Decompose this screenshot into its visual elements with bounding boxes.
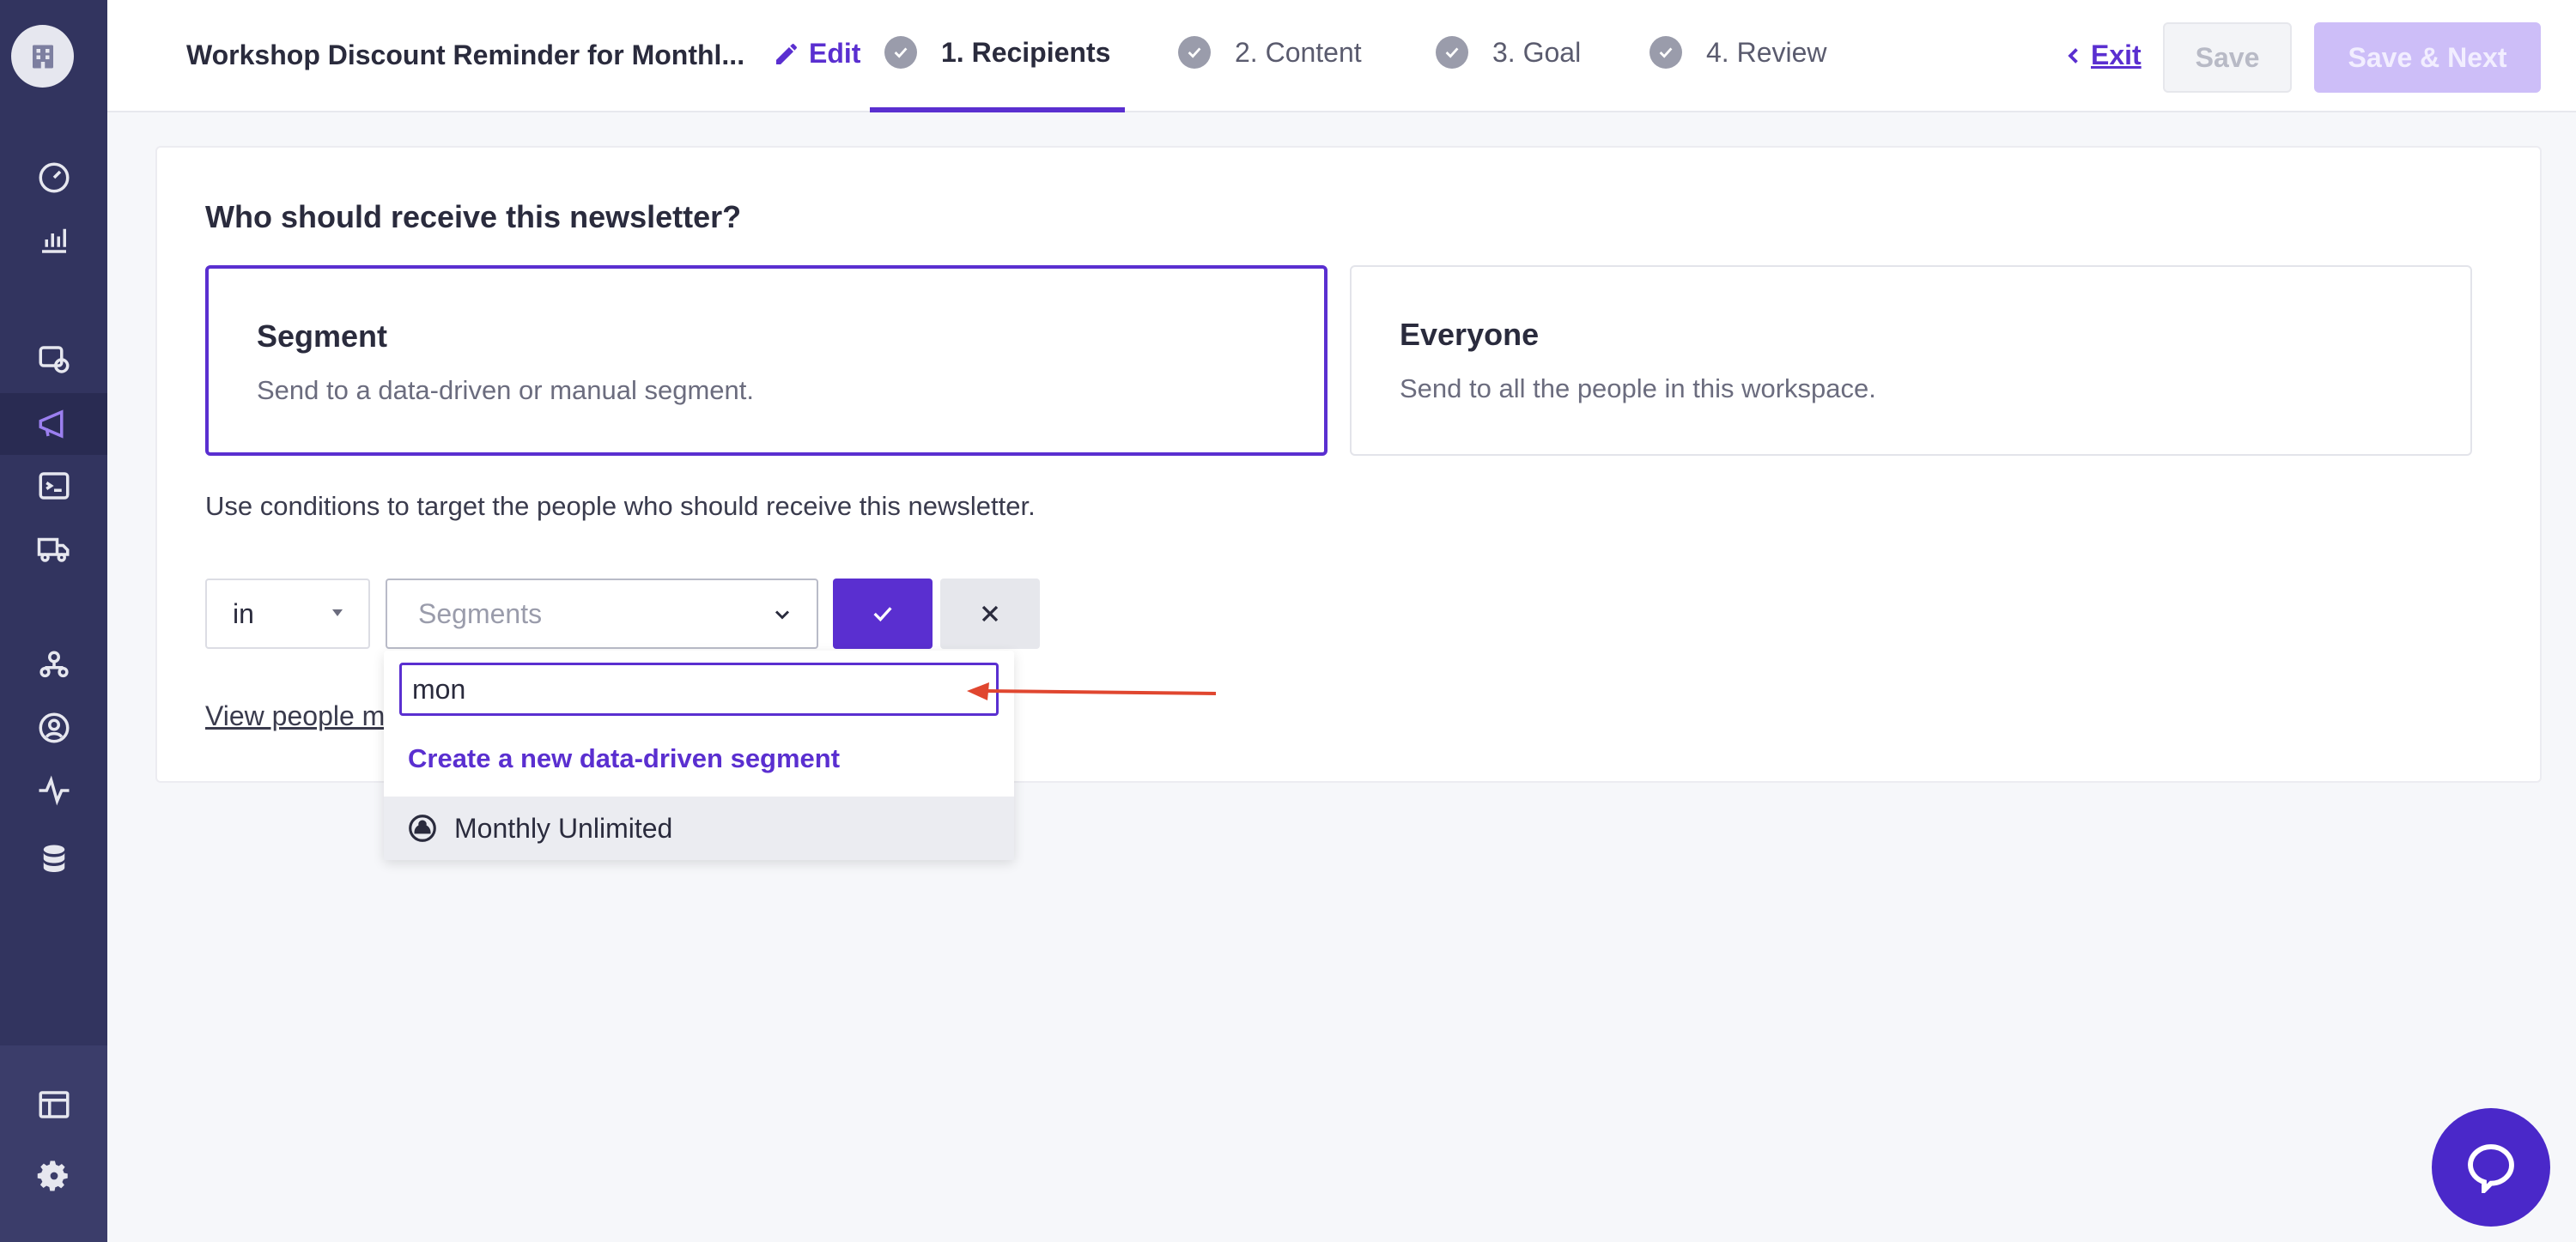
segments-dropdown: Create a new data-driven segment Monthly… — [384, 651, 1014, 860]
sidebar-item-settings[interactable] — [0, 1145, 107, 1207]
list-item[interactable]: Monthly Unlimited — [384, 797, 1014, 860]
tab-content-label: 2. Content — [1235, 36, 1362, 68]
check-icon — [873, 607, 892, 622]
recipients-question: Who should receive this newsletter? — [205, 199, 742, 234]
gear-icon — [37, 1160, 68, 1191]
edit-label: Edit — [809, 38, 861, 69]
segment-search-input[interactable] — [399, 663, 999, 716]
segment-option-title: Segment — [257, 318, 388, 354]
exit-label: Exit — [2091, 39, 2142, 70]
check-circle-icon — [884, 36, 917, 69]
pulse-icon — [39, 775, 69, 806]
view-people-link[interactable]: View people m — [205, 700, 385, 732]
check-circle-icon — [1649, 36, 1682, 69]
building-icon — [32, 45, 53, 68]
bar-chart-icon — [41, 228, 66, 253]
megaphone-icon — [39, 409, 63, 439]
tab-review[interactable]: 4. Review — [1649, 36, 1827, 69]
tab-goal[interactable]: 3. Goal — [1436, 36, 1581, 69]
segments-placeholder: Segments — [418, 597, 543, 629]
gauge-icon — [39, 162, 69, 193]
segment-option[interactable]: Segment Send to a data-driven or manual … — [205, 265, 1327, 456]
page-title: Workshop Discount Reminder for Monthl... — [186, 39, 745, 70]
check-circle-icon — [1178, 36, 1211, 69]
edit-title-button[interactable]: Edit — [773, 38, 860, 70]
people-icon — [39, 651, 69, 678]
segments-select[interactable]: Segments — [386, 579, 818, 649]
sidebar-item-workspaces[interactable] — [0, 1074, 107, 1136]
workspace-logo[interactable] — [11, 25, 74, 88]
sidebar-item-transactional[interactable] — [0, 455, 107, 517]
pencil-icon — [776, 43, 797, 64]
close-icon — [981, 605, 999, 622]
sidebar-item-data[interactable] — [0, 829, 107, 891]
sidebar-item-segments[interactable] — [0, 697, 107, 759]
segment-option-description: Send to a data-driven or manual segment. — [257, 375, 755, 405]
tab-review-label: 4. Review — [1706, 36, 1827, 68]
sidebar-item-activity[interactable] — [0, 760, 107, 821]
cancel-condition-button[interactable] — [940, 579, 1040, 649]
tab-recipients-label: 1. Recipients — [941, 36, 1111, 68]
sidebar — [0, 0, 107, 1242]
everyone-option-title: Everyone — [1400, 317, 1540, 352]
segment-icon — [409, 815, 436, 842]
caret-down-icon — [332, 609, 343, 616]
operator-select[interactable]: in — [205, 579, 370, 649]
create-segment-link[interactable]: Create a new data-driven segment — [408, 743, 840, 774]
chevron-left-icon — [2068, 47, 2078, 64]
exit-link[interactable]: Exit — [2065, 39, 2142, 71]
chat-launcher-button[interactable] — [2432, 1108, 2550, 1227]
save-button[interactable]: Save — [2163, 22, 2292, 93]
annotation-arrow — [967, 682, 1217, 700]
save-and-next-button[interactable]: Save & Next — [2314, 22, 2541, 93]
segment-result-label: Monthly Unlimited — [454, 812, 673, 844]
conditions-help-text: Use conditions to target the people who … — [205, 491, 1036, 521]
everyone-option-description: Send to all the people in this workspace… — [1400, 373, 1876, 403]
everyone-option[interactable]: Everyone Send to all the people in this … — [1350, 265, 2472, 456]
active-tab-indicator — [870, 107, 1125, 112]
tab-goal-label: 3. Goal — [1492, 36, 1582, 68]
wizard-header: Workshop Discount Reminder for Monthl...… — [107, 0, 2576, 112]
chevron-down-icon — [775, 610, 790, 620]
truck-icon — [37, 537, 69, 562]
sidebar-item-campaigns[interactable] — [0, 329, 107, 391]
database-icon — [43, 845, 64, 872]
operator-value: in — [233, 597, 254, 629]
tab-recipients[interactable]: 1. Recipients — [884, 36, 1110, 69]
table-icon — [39, 1091, 69, 1118]
confirm-condition-button[interactable] — [833, 579, 933, 649]
sidebar-item-analytics[interactable] — [0, 209, 107, 270]
tab-content[interactable]: 2. Content — [1178, 36, 1362, 69]
chat-bubble-icon — [2468, 1144, 2514, 1193]
sidebar-item-people[interactable] — [0, 635, 107, 697]
sidebar-item-broadcasts[interactable] — [0, 393, 107, 455]
sidebar-item-dashboard[interactable] — [0, 147, 107, 209]
campaign-icon — [39, 346, 69, 373]
sidebar-item-deliveries[interactable] — [0, 518, 107, 579]
terminal-icon — [39, 472, 69, 500]
user-circle-icon — [39, 712, 69, 743]
check-circle-icon — [1436, 36, 1468, 69]
